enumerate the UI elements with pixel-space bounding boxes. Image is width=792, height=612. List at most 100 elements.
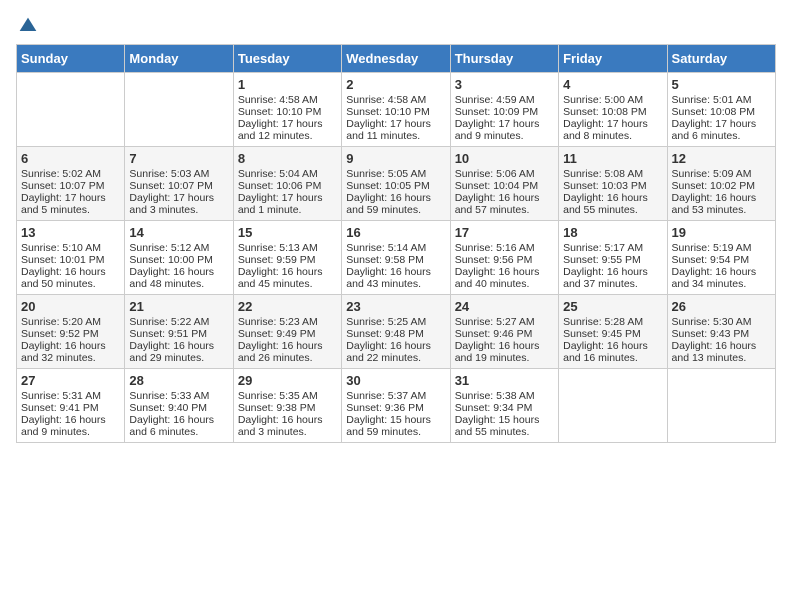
sunrise-text: Sunrise: 5:12 AM — [129, 242, 228, 254]
daylight-text: Daylight: 16 hours and 6 minutes. — [129, 414, 228, 438]
day-number: 30 — [346, 373, 445, 388]
sunrise-text: Sunrise: 4:59 AM — [455, 94, 554, 106]
sunset-text: Sunset: 10:10 PM — [238, 106, 337, 118]
sunset-text: Sunset: 10:02 PM — [672, 180, 771, 192]
calendar-week-3: 13 Sunrise: 5:10 AMSunset: 10:01 PM Daylig… — [17, 221, 776, 295]
calendar-cell: 8Sunrise: 5:04 AMSunset: 10:06 PMDayligh… — [233, 147, 341, 221]
calendar-cell: 10Sunrise: 5:06 AMSunset: 10:04 PMDaylig… — [450, 147, 558, 221]
daylight-text: Daylight: 16 hours and 37 minutes. — [563, 266, 662, 290]
calendar: SundayMondayTuesdayWednesdayThursdayFrid… — [16, 44, 776, 443]
day-number: 13 — [21, 225, 120, 240]
day-number: 15 — [238, 225, 337, 240]
sunrise-text: Sunrise: 5:37 AM — [346, 390, 445, 402]
calendar-week-1: 1Sunrise: 4:58 AMSunset: 10:10 PMDayligh… — [17, 73, 776, 147]
day-number: 25 — [563, 299, 662, 314]
sunrise-text: Sunrise: 5:33 AM — [129, 390, 228, 402]
day-number: 9 — [346, 151, 445, 166]
sunset-text: Sunset: 9:54 PM — [672, 254, 771, 266]
sunset-text: Sunset: 10:04 PM — [455, 180, 554, 192]
calendar-header-monday: Monday — [125, 45, 233, 73]
sunrise-text: Sunrise: 5:01 AM — [672, 94, 771, 106]
calendar-week-2: 6Sunrise: 5:02 AMSunset: 10:07 PMDayligh… — [17, 147, 776, 221]
sunrise-text: Sunrise: 5:19 AM — [672, 242, 771, 254]
sunset-text: Sunset: 10:07 PM — [21, 180, 120, 192]
daylight-text: Daylight: 17 hours and 9 minutes. — [455, 118, 554, 142]
day-number: 20 — [21, 299, 120, 314]
day-number: 24 — [455, 299, 554, 314]
day-number: 5 — [672, 77, 771, 92]
daylight-text: Daylight: 16 hours and 26 minutes. — [238, 340, 337, 364]
daylight-text: Daylight: 16 hours and 59 minutes. — [346, 192, 445, 216]
daylight-text: Daylight: 16 hours and 48 minutes. — [129, 266, 228, 290]
daylight-text: Daylight: 16 hours and 55 minutes. — [563, 192, 662, 216]
sunset-text: Sunset: 9:48 PM — [346, 328, 445, 340]
sunset-text: Sunset: 10:01 PM — [21, 254, 120, 266]
sunrise-text: Sunrise: 5:23 AM — [238, 316, 337, 328]
calendar-header-saturday: Saturday — [667, 45, 775, 73]
sunrise-text: Sunrise: 5:22 AM — [129, 316, 228, 328]
logo — [16, 16, 38, 36]
calendar-cell: 3Sunrise: 4:59 AMSunset: 10:09 PMDayligh… — [450, 73, 558, 147]
calendar-cell: 19Sunrise: 5:19 AMSunset: 9:54 PMDayligh… — [667, 221, 775, 295]
sunset-text: Sunset: 9:59 PM — [238, 254, 337, 266]
sunrise-text: Sunrise: 5:17 AM — [563, 242, 662, 254]
daylight-text: Daylight: 16 hours and 43 minutes. — [346, 266, 445, 290]
daylight-text: Daylight: 16 hours and 40 minutes. — [455, 266, 554, 290]
day-number: 27 — [21, 373, 120, 388]
sunset-text: Sunset: 9:55 PM — [563, 254, 662, 266]
calendar-header-wednesday: Wednesday — [342, 45, 450, 73]
sunset-text: Sunset: 9:40 PM — [129, 402, 228, 414]
calendar-cell: 30 Sunrise: 5:37 AMSunset: 9:36 PMDayligh… — [342, 369, 450, 443]
sunset-text: Sunset: 9:41 PM — [21, 402, 120, 414]
calendar-cell: 26Sunrise: 5:30 AMSunset: 9:43 PMDayligh… — [667, 295, 775, 369]
day-number: 11 — [563, 151, 662, 166]
calendar-cell: 31Sunrise: 5:38 AMSunset: 9:34 PMDayligh… — [450, 369, 558, 443]
calendar-cell: 12Sunrise: 5:09 AMSunset: 10:02 PMDaylig… — [667, 147, 775, 221]
sunset-text: Sunset: 9:43 PM — [672, 328, 771, 340]
daylight-text: Daylight: 17 hours and 8 minutes. — [563, 118, 662, 142]
calendar-header-sunday: Sunday — [17, 45, 125, 73]
sunrise-text: Sunrise: 5:08 AM — [563, 168, 662, 180]
calendar-cell: 11Sunrise: 5:08 AMSunset: 10:03 PMDaylig… — [559, 147, 667, 221]
calendar-cell: 15Sunrise: 5:13 AMSunset: 9:59 PMDayligh… — [233, 221, 341, 295]
daylight-text: Daylight: 16 hours and 34 minutes. — [672, 266, 771, 290]
page-header — [16, 16, 776, 36]
daylight-text: Daylight: 17 hours and 3 minutes. — [129, 192, 228, 216]
day-number: 8 — [238, 151, 337, 166]
sunrise-text: Sunrise: 4:58 AM — [238, 94, 337, 106]
day-number: 31 — [455, 373, 554, 388]
calendar-week-5: 27Sunrise: 5:31 AMSunset: 9:41 PMDayligh… — [17, 369, 776, 443]
sunset-text: Sunset: 9:45 PM — [563, 328, 662, 340]
day-number: 28 — [129, 373, 228, 388]
sunset-text: Sunset: 10:07 PM — [129, 180, 228, 192]
day-number: 22 — [238, 299, 337, 314]
calendar-cell: 17Sunrise: 5:16 AMSunset: 9:56 PMDayligh… — [450, 221, 558, 295]
sunrise-text: Sunrise: 5:16 AM — [455, 242, 554, 254]
sunset-text: Sunset: 9:38 PM — [238, 402, 337, 414]
sunset-text: Sunset: 9:51 PM — [129, 328, 228, 340]
sunset-text: Sunset: 10:00 PM — [129, 254, 228, 266]
sunrise-text: Sunrise: 5:06 AM — [455, 168, 554, 180]
calendar-cell: 18Sunrise: 5:17 AMSunset: 9:55 PMDayligh… — [559, 221, 667, 295]
sunrise-text: Sunrise: 5:38 AM — [455, 390, 554, 402]
sunset-text: Sunset: 9:46 PM — [455, 328, 554, 340]
daylight-text: Daylight: 17 hours and 5 minutes. — [21, 192, 120, 216]
sunrise-text: Sunrise: 4:58 AM — [346, 94, 445, 106]
day-number: 23 — [346, 299, 445, 314]
day-number: 4 — [563, 77, 662, 92]
sunrise-text: Sunrise: 5:14 AM — [346, 242, 445, 254]
sunrise-text: Sunrise: 5:10 AM — [21, 242, 120, 254]
calendar-cell: 23Sunrise: 5:25 AMSunset: 9:48 PMDayligh… — [342, 295, 450, 369]
daylight-text: Daylight: 15 hours and 59 minutes. — [346, 414, 445, 438]
calendar-cell: 6Sunrise: 5:02 AMSunset: 10:07 PMDayligh… — [17, 147, 125, 221]
sunset-text: Sunset: 10:05 PM — [346, 180, 445, 192]
calendar-cell: 22Sunrise: 5:23 AMSunset: 9:49 PMDayligh… — [233, 295, 341, 369]
calendar-header-friday: Friday — [559, 45, 667, 73]
sunset-text: Sunset: 9:36 PM — [346, 402, 445, 414]
daylight-text: Daylight: 17 hours and 12 minutes. — [238, 118, 337, 142]
day-number: 17 — [455, 225, 554, 240]
calendar-cell: 20Sunrise: 5:20 AMSunset: 9:52 PMDayligh… — [17, 295, 125, 369]
calendar-cell: 9Sunrise: 5:05 AMSunset: 10:05 PMDayligh… — [342, 147, 450, 221]
sunrise-text: Sunrise: 5:02 AM — [21, 168, 120, 180]
sunset-text: Sunset: 10:06 PM — [238, 180, 337, 192]
